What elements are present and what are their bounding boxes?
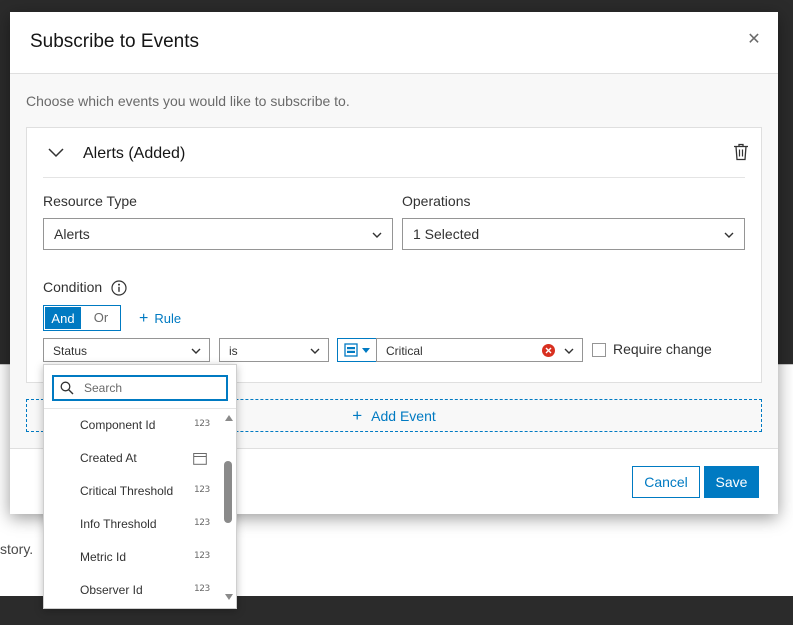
scroll-down-icon[interactable] — [225, 594, 233, 600]
list-item-label: Critical Threshold — [80, 484, 174, 498]
add-rule-button[interactable]: + Rule — [139, 310, 181, 328]
search-input[interactable] — [84, 379, 222, 397]
save-button[interactable]: Save — [704, 466, 759, 498]
add-rule-label: Rule — [154, 311, 182, 326]
close-icon[interactable]: ✕ — [746, 32, 762, 48]
resource-type-label: Resource Type — [43, 193, 137, 209]
list-item-label: Metric Id — [80, 550, 127, 564]
list-item[interactable]: Observer Id 123 — [44, 574, 224, 607]
list-item-label: Info Threshold — [80, 517, 157, 531]
list-item-label: Component Id — [80, 418, 156, 432]
field-value: Status — [53, 344, 88, 358]
calendar-icon — [193, 453, 207, 465]
plus-icon: + — [139, 310, 149, 327]
database-icon — [344, 343, 358, 357]
field-dropdown: Component Id 123 Created At Critical Thr… — [43, 364, 237, 609]
cancel-button[interactable]: Cancel — [632, 466, 700, 498]
field-select[interactable]: Status — [43, 338, 210, 362]
operator-select[interactable]: is — [219, 338, 329, 362]
resource-type-select[interactable]: Alerts — [43, 218, 393, 250]
condition-label: Condition — [43, 279, 103, 295]
trash-icon[interactable] — [733, 143, 749, 161]
intro-text: Choose which events you would like to su… — [26, 93, 350, 109]
number-type-icon: 123 — [194, 518, 210, 528]
operations-label: Operations — [402, 193, 471, 209]
require-change-label: Require change — [613, 341, 712, 357]
chevron-down-icon — [724, 232, 734, 238]
value-type-button[interactable] — [337, 338, 377, 362]
or-option[interactable]: Or — [82, 306, 120, 330]
list-item[interactable]: Created At — [44, 442, 224, 475]
event-card: Alerts (Added) Resource Type Alerts Oper… — [26, 127, 762, 383]
field-list: Component Id 123 Created At Critical Thr… — [44, 409, 224, 609]
chevron-down-icon — [191, 348, 201, 354]
value-text: Critical — [386, 344, 423, 358]
list-item-label: Created At — [80, 451, 137, 465]
scrollbar[interactable] — [222, 413, 234, 605]
list-item[interactable]: Info Threshold 123 — [44, 508, 224, 541]
plus-icon: + — [352, 406, 363, 425]
operator-value: is — [229, 344, 238, 358]
value-input[interactable]: Critical — [376, 338, 583, 362]
number-type-icon: 123 — [194, 419, 210, 429]
add-event-label: Add Event — [371, 408, 436, 424]
background-text: story. — [0, 541, 34, 557]
require-change-checkbox[interactable] — [592, 343, 606, 357]
scroll-up-icon[interactable] — [225, 415, 233, 421]
event-title: Alerts (Added) — [83, 145, 186, 162]
resource-type-value: Alerts — [54, 226, 90, 242]
modal-title: Subscribe to Events — [30, 31, 199, 52]
list-item[interactable]: Component Id 123 — [44, 409, 224, 442]
and-option[interactable]: And — [44, 306, 82, 330]
event-card-header[interactable]: Alerts (Added) — [27, 128, 761, 178]
number-type-icon: 123 — [194, 584, 210, 594]
list-item[interactable]: Metric Id 123 — [44, 541, 224, 574]
operations-value: 1 Selected — [413, 226, 480, 242]
chevron-down-icon — [310, 348, 320, 354]
logic-toggle: And Or — [43, 305, 121, 331]
scroll-thumb[interactable] — [224, 461, 232, 523]
operations-select[interactable]: 1 Selected — [402, 218, 745, 250]
chevron-down-icon — [372, 232, 382, 238]
list-item[interactable]: Critical Threshold 123 — [44, 475, 224, 508]
modal-header: Subscribe to Events ✕ — [10, 12, 778, 74]
search-box — [52, 375, 228, 401]
number-type-icon: 123 — [194, 551, 210, 561]
header-divider — [43, 177, 745, 178]
number-type-icon: 123 — [194, 485, 210, 495]
chevron-down-icon — [564, 348, 574, 354]
search-icon — [60, 381, 74, 395]
chevron-down-icon[interactable] — [47, 144, 65, 162]
caret-down-icon — [362, 348, 370, 353]
info-icon[interactable] — [111, 280, 127, 296]
list-item-label: Observer Id — [80, 583, 143, 597]
clear-icon[interactable] — [542, 344, 555, 357]
